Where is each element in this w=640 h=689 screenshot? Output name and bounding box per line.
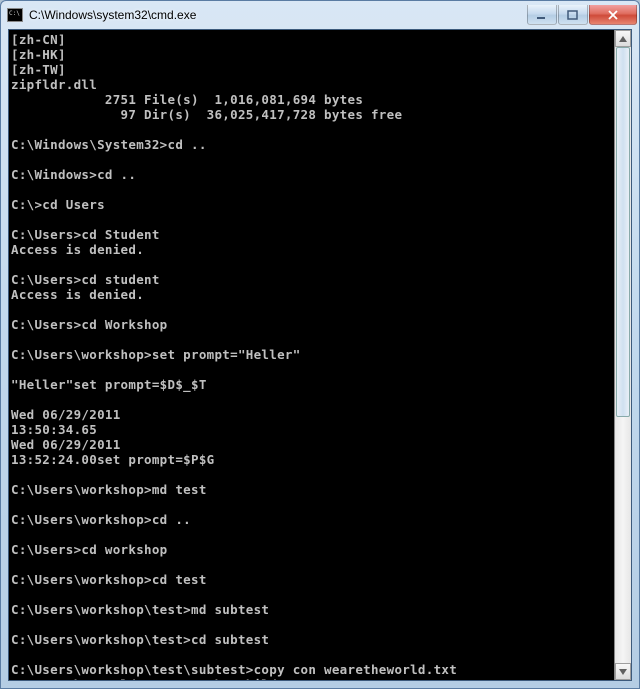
scroll-thumb[interactable] (616, 47, 630, 417)
minimize-button[interactable] (527, 5, 557, 25)
window-title: C:\Windows\system32\cmd.exe (29, 8, 527, 22)
cmd-icon (7, 8, 23, 22)
scroll-track[interactable] (615, 47, 631, 663)
scroll-up-button[interactable] (615, 30, 631, 47)
vertical-scrollbar[interactable] (614, 30, 631, 680)
titlebar[interactable]: C:\Windows\system32\cmd.exe (1, 1, 639, 29)
cmd-window: C:\Windows\system32\cmd.exe [zh-CN] [zh-… (0, 0, 640, 689)
terminal-output[interactable]: [zh-CN] [zh-HK] [zh-TW] zipfldr.dll 2751… (9, 30, 614, 680)
close-button[interactable] (589, 5, 637, 25)
client-area: [zh-CN] [zh-HK] [zh-TW] zipfldr.dll 2751… (8, 29, 632, 681)
window-controls (527, 5, 637, 25)
scroll-down-button[interactable] (615, 663, 631, 680)
maximize-button[interactable] (558, 5, 588, 25)
